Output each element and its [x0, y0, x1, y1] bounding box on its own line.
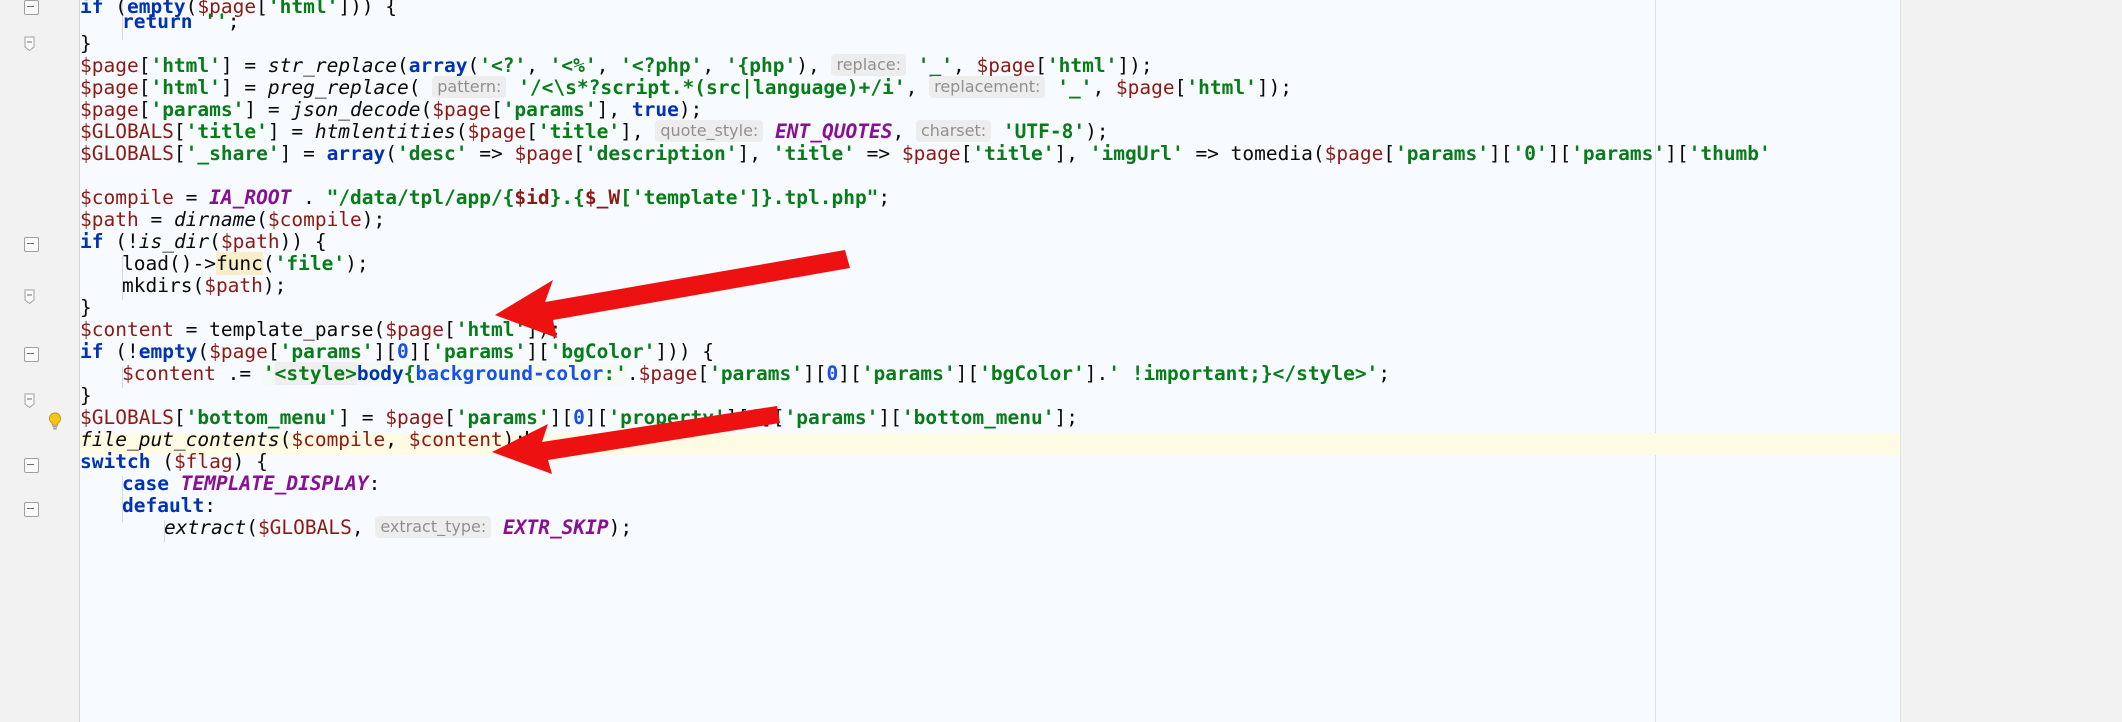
red-arrow-upper [495, 250, 850, 338]
code-line[interactable]: $content .= '<style>body{background-colo… [122, 362, 1390, 385]
fold-end-icon[interactable] [24, 393, 35, 408]
code-line[interactable]: } [80, 297, 92, 319]
parameter-hint: replace: [831, 54, 906, 76]
fold-end-icon[interactable] [24, 289, 35, 304]
code-line[interactable]: switch ($flag) { [80, 451, 268, 473]
code-line[interactable]: $GLOBALS['title'] = htmlentities($page['… [80, 120, 1109, 143]
right-margin-guide [1655, 0, 1656, 722]
code-line[interactable]: return ''; [122, 11, 239, 33]
code-line[interactable]: default: [122, 495, 216, 517]
fold-end-icon[interactable] [24, 36, 35, 51]
code-editor-viewport[interactable]: if (empty($page['html'])) { return ''; }… [80, 0, 2122, 722]
code-line[interactable]: } [80, 385, 92, 407]
code-line[interactable]: mkdirs($path); [122, 275, 286, 297]
fold-collapse-icon[interactable] [24, 502, 39, 517]
code-line[interactable]: if (!is_dir($path)) { [80, 231, 327, 253]
intention-bulb-icon[interactable] [44, 410, 66, 432]
fold-collapse-icon[interactable] [24, 237, 39, 252]
code-line[interactable]: $path = dirname($compile); [80, 209, 385, 231]
parameter-hint: replacement: [929, 76, 1046, 98]
code-line[interactable]: $content = template_parse($page['html'])… [80, 319, 561, 341]
code-line[interactable]: $GLOBALS['_share'] = array('desc' => $pa… [80, 143, 1771, 165]
code-line[interactable]: load()->func('file'); [122, 252, 369, 275]
code-line[interactable]: if (!empty($page['params'][0]['params'][… [80, 341, 714, 363]
editor-right-strip [1900, 0, 2122, 722]
fold-collapse-icon[interactable] [24, 0, 39, 15]
code-line[interactable]: $compile = IA_ROOT . "/data/tpl/app/{$id… [80, 187, 890, 209]
code-line[interactable]: $page['params'] = json_decode($page['par… [80, 99, 702, 121]
highlighted-identifier: func [215, 252, 263, 275]
parameter-hint: charset: [915, 120, 992, 142]
ide-window: if (empty($page['html'])) { return ''; }… [0, 0, 2122, 722]
code-line[interactable]: $page['html'] = preg_replace( pattern: '… [80, 76, 1292, 99]
code-line-current[interactable]: file_put_contents($compile, $content); [80, 429, 529, 451]
code-line[interactable]: case TEMPLATE_DISPLAY: [122, 473, 380, 495]
fold-collapse-icon[interactable] [24, 458, 39, 473]
parameter-hint: quote_style: [655, 120, 764, 142]
code-line[interactable]: extract($GLOBALS, extract_type: EXTR_SKI… [164, 516, 632, 539]
parameter-hint: extract_type: [375, 516, 492, 538]
fold-collapse-icon[interactable] [24, 347, 39, 362]
code-line[interactable]: $page['html'] = str_replace(array('<?', … [80, 54, 1153, 77]
red-arrow-lower [492, 406, 780, 474]
parameter-hint: pattern: [432, 76, 507, 98]
code-line[interactable]: } [80, 33, 92, 55]
